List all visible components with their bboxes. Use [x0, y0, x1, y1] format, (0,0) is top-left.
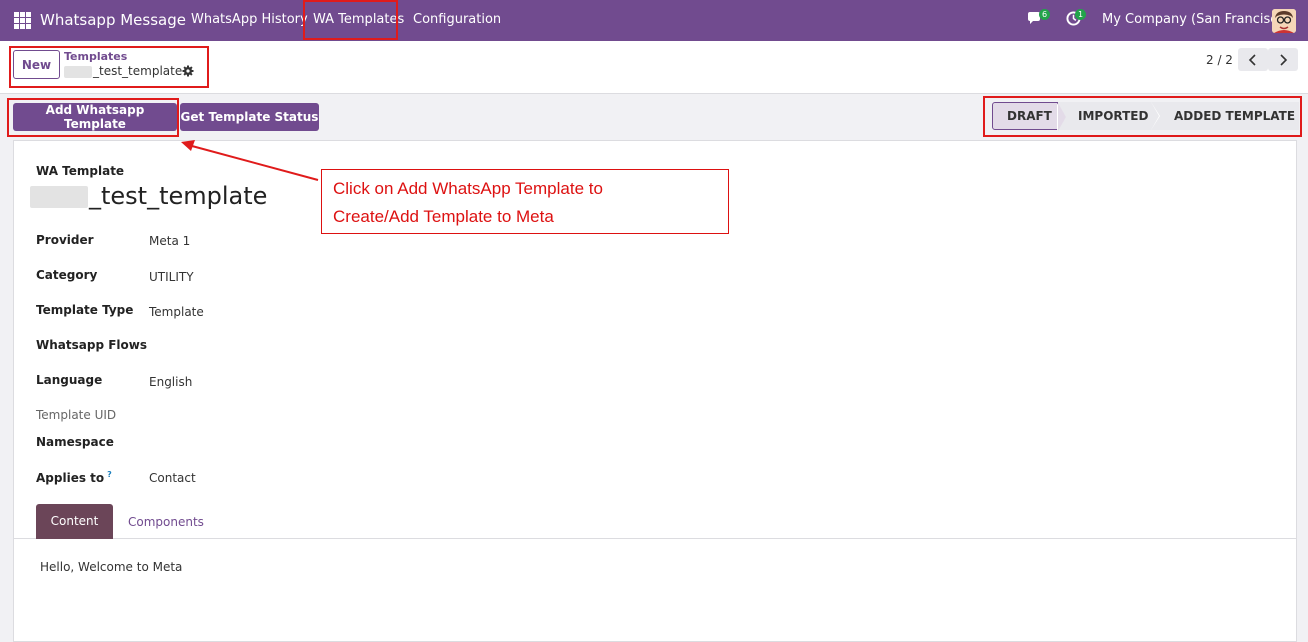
apps-grid-icon[interactable]: [14, 12, 31, 29]
pager-previous-button[interactable]: [1238, 48, 1268, 71]
template-uid-label: Template UID: [36, 408, 117, 422]
help-tooltip-icon[interactable]: ?: [107, 470, 112, 479]
get-template-status-button[interactable]: Get Template Status: [180, 103, 319, 131]
tab-components[interactable]: Components: [128, 515, 204, 529]
annotation-line-2: Create/Add Template to Meta: [333, 207, 554, 226]
provider-label: Provider: [36, 233, 94, 247]
tabs-divider: [14, 538, 1296, 539]
namespace-label: Namespace: [36, 435, 114, 449]
app-name[interactable]: Whatsapp Message: [40, 11, 186, 29]
pager-value[interactable]: 2 / 2: [1206, 53, 1233, 67]
highlight-breadcrumb: [9, 46, 209, 88]
applies-to-label-text: Applies to: [36, 471, 105, 485]
annotation-line-1: Click on Add WhatsApp Template to: [333, 179, 603, 198]
template-type-value[interactable]: Template: [149, 305, 204, 319]
category-label: Category: [36, 268, 98, 282]
language-label: Language: [36, 373, 103, 387]
highlight-add-template: [7, 98, 179, 137]
wa-template-label: WA Template: [36, 164, 125, 178]
content-body-text[interactable]: Hello, Welcome to Meta: [40, 560, 182, 574]
category-value[interactable]: UTILITY: [149, 270, 194, 284]
company-switcher[interactable]: My Company (San Francisco): [1102, 12, 1290, 27]
activity-badge: 1: [1075, 9, 1087, 20]
template-type-label: Template Type: [36, 303, 134, 317]
pager-next-button[interactable]: [1268, 48, 1298, 71]
language-value[interactable]: English: [149, 375, 192, 389]
top-navbar: Whatsapp Message WhatsApp History WA Tem…: [0, 0, 1308, 41]
whatsapp-flows-label: Whatsapp Flows: [36, 338, 147, 352]
redacted-blur: [30, 186, 88, 208]
chevron-right-icon: [1280, 53, 1288, 66]
highlight-wa-templates: [303, 0, 398, 40]
applies-to-value[interactable]: Contact: [149, 471, 196, 485]
highlight-status-bar: [983, 96, 1302, 137]
template-name-field[interactable]: _test_template: [30, 182, 267, 210]
provider-value[interactable]: Meta 1: [149, 234, 190, 248]
user-avatar[interactable]: [1272, 9, 1296, 33]
template-name-value: _test_template: [89, 182, 268, 210]
chat-badge: 6: [1039, 9, 1051, 20]
chevron-left-icon: [1248, 53, 1256, 66]
annotation-callout: Click on Add WhatsApp Template to Create…: [321, 169, 729, 234]
menu-configuration[interactable]: Configuration: [413, 12, 501, 27]
applies-to-label: Applies to?: [36, 470, 112, 485]
tab-content[interactable]: Content: [36, 504, 113, 539]
menu-whatsapp-history[interactable]: WhatsApp History: [191, 12, 308, 27]
